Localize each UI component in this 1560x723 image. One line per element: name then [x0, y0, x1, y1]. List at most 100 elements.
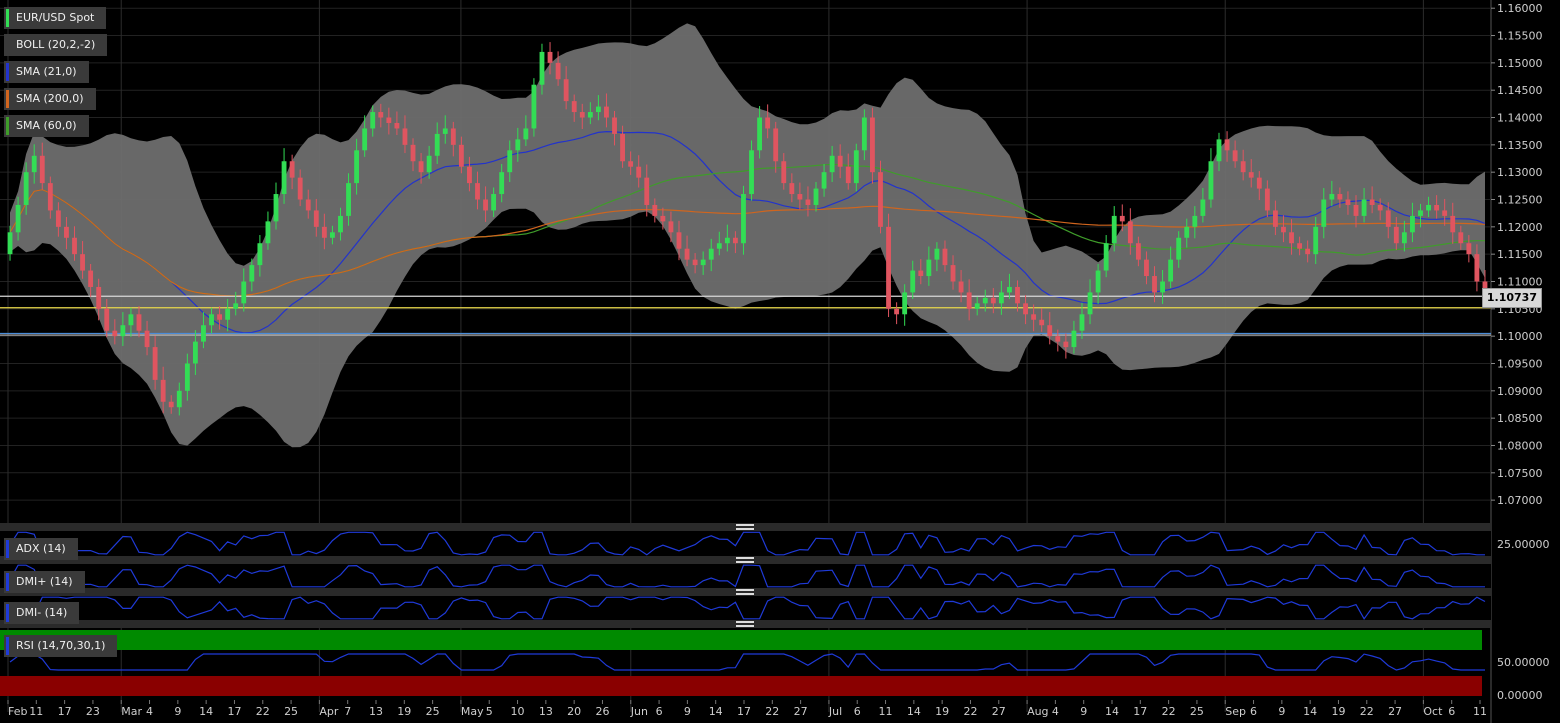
- candle-body: [1434, 204, 1440, 211]
- legend-adx-label: ADX (14): [16, 542, 66, 555]
- candle-body: [136, 314, 142, 331]
- drag-handle-icon[interactable]: [736, 621, 754, 627]
- candle-body: [1047, 325, 1053, 337]
- candle-body: [442, 128, 448, 134]
- x-tick-label: 22: [963, 705, 977, 718]
- legend-swatch: [6, 573, 9, 591]
- x-tick-label: 19: [935, 705, 949, 718]
- legend-sma-200[interactable]: SMA (200,0): [4, 88, 96, 110]
- pane-splitter[interactable]: [0, 556, 1491, 564]
- candle-body: [837, 155, 843, 167]
- candle-body: [539, 51, 545, 85]
- x-tick-label: Mar: [121, 705, 142, 718]
- candle-body: [1418, 210, 1423, 216]
- legend-adx[interactable]: ADX (14): [4, 538, 78, 560]
- candle-body: [394, 122, 400, 129]
- x-tick-label: Aug: [1027, 705, 1048, 718]
- candle-body: [7, 232, 13, 255]
- candle-body: [434, 133, 440, 156]
- legend-sma-60[interactable]: SMA (60,0): [4, 115, 89, 137]
- candle-body: [604, 106, 609, 118]
- legend-rsi-label: RSI (14,70,30,1): [16, 639, 106, 652]
- x-tick-label: Jun: [630, 705, 648, 718]
- candle-body: [305, 199, 311, 211]
- candle-body: [982, 297, 988, 304]
- legend-swatch: [6, 637, 9, 655]
- price-chart[interactable]: 1.16000 1.15500 1.15000 1.14500 1.14000 1.135…: [0, 0, 1560, 723]
- drag-handle-icon[interactable]: [736, 557, 754, 563]
- legend-dmi-plus[interactable]: DMI+ (14): [4, 571, 85, 593]
- legend-boll[interactable]: BOLL (20,2,-2): [4, 34, 108, 56]
- candle-body: [1192, 215, 1198, 227]
- candle-body: [998, 292, 1004, 304]
- candle-body: [1208, 161, 1214, 200]
- candle-body: [1119, 215, 1125, 222]
- candle-body: [1055, 336, 1061, 342]
- candle-body: [281, 161, 287, 195]
- candle-body: [926, 259, 932, 277]
- candle-body: [1176, 237, 1182, 260]
- candle-body: [732, 237, 738, 244]
- candle-body: [273, 194, 279, 222]
- x-tick-label: 22: [1162, 705, 1176, 718]
- candle-body: [491, 194, 497, 211]
- x-tick-label: 22: [256, 705, 270, 718]
- candle-body: [1144, 259, 1149, 277]
- x-tick-label: 27: [794, 705, 808, 718]
- y-tick-label: 1.10000: [1497, 330, 1543, 343]
- candle-body: [515, 139, 521, 151]
- pane-splitter[interactable]: [0, 523, 1491, 531]
- pane-splitter[interactable]: [0, 588, 1491, 596]
- x-tick-label: 22: [1360, 705, 1374, 718]
- x-tick-label: 19: [397, 705, 411, 718]
- legend-sma-21[interactable]: SMA (21,0): [4, 61, 89, 83]
- candle-body: [910, 270, 916, 293]
- candle-body: [112, 330, 118, 337]
- legend-dmi-minus-label: DMI- (14): [16, 606, 68, 619]
- candle-body: [402, 128, 408, 145]
- x-tick-label: 6: [656, 705, 663, 718]
- candle-body: [523, 128, 529, 140]
- candle-body: [1103, 243, 1109, 271]
- x-tick-label: 17: [1133, 705, 1147, 718]
- candle-body: [716, 243, 722, 249]
- candle-body: [950, 265, 956, 282]
- legend-symbol[interactable]: EUR/USD Spot: [4, 7, 107, 29]
- legend-swatch: [6, 90, 9, 108]
- legend-sma-21-label: SMA (21,0): [16, 65, 77, 78]
- candle-body: [878, 172, 883, 227]
- candle-body: [1289, 232, 1294, 244]
- x-tick-label: 6: [854, 705, 861, 718]
- candle-body: [555, 62, 561, 80]
- candle-body: [1039, 319, 1045, 326]
- candle-body: [201, 325, 206, 342]
- candle-body: [450, 128, 456, 145]
- candle-body: [1385, 210, 1391, 227]
- drag-handle-icon[interactable]: [736, 524, 754, 530]
- candle-body: [1200, 199, 1206, 216]
- y-tick-label: 1.07500: [1497, 467, 1543, 480]
- legend-dmi-minus[interactable]: DMI- (14): [4, 602, 80, 624]
- candle-body: [217, 314, 223, 320]
- legend-sma-200-label: SMA (200,0): [16, 92, 84, 105]
- candle-body: [1361, 199, 1367, 216]
- candle-body: [1224, 139, 1230, 151]
- pane-splitter[interactable]: [0, 620, 1491, 628]
- candle-body: [128, 314, 134, 326]
- candle-body: [1007, 286, 1012, 293]
- x-tick-label: 17: [58, 705, 72, 718]
- x-tick-label: May: [461, 705, 484, 718]
- candle-body: [974, 303, 980, 309]
- legend-rsi[interactable]: RSI (14,70,30,1): [4, 635, 118, 657]
- candle-body: [144, 330, 150, 348]
- candle-body: [160, 379, 166, 402]
- drag-handle-icon[interactable]: [736, 589, 754, 595]
- rsi-oversold-zone: [0, 676, 1482, 696]
- candle-body: [1393, 226, 1399, 244]
- candle-body: [894, 308, 900, 315]
- candle-body: [668, 221, 674, 233]
- x-tick-label: 27: [992, 705, 1006, 718]
- candle-body: [934, 248, 940, 260]
- candle-body: [587, 112, 593, 118]
- x-tick-label: 9: [1080, 705, 1087, 718]
